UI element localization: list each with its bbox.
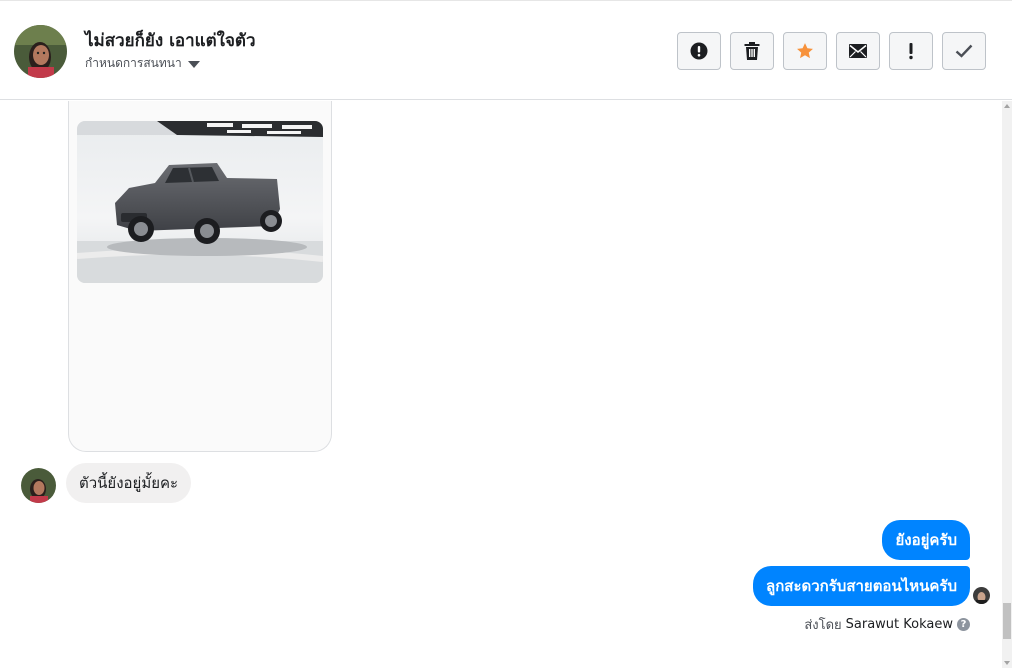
contact-avatar-small[interactable]: [21, 468, 56, 503]
star-icon: [797, 43, 813, 59]
report-button[interactable]: [677, 32, 721, 70]
conversation-settings-label: กำหนดการสนทนา: [85, 56, 182, 70]
incoming-message[interactable]: ตัวนี้ยังอยู่มั้ยคะ: [66, 463, 192, 503]
scroll-up-arrow-icon[interactable]: [1004, 104, 1010, 108]
sent-by-label: ส่งโดย: [804, 618, 842, 633]
mark-spam-button[interactable]: [889, 32, 933, 70]
conversation-header: ไม่สวยก็ยัง เอาแต่ใจตัว กำหนดการสนทนา: [0, 0, 1012, 100]
scroll-down-arrow-icon[interactable]: [1004, 661, 1010, 665]
caret-down-icon: [187, 60, 200, 68]
scroll-thumb[interactable]: [1003, 603, 1011, 639]
seen-indicator-avatar: [973, 587, 990, 604]
mark-done-button[interactable]: [942, 32, 986, 70]
mark-unread-button[interactable]: [836, 32, 880, 70]
sent-by-footer: ส่งโดย Sarawut Kokaew ?: [804, 614, 970, 635]
exclamation-icon: [909, 43, 913, 60]
alert-circle-icon: [690, 42, 708, 60]
conversation-title[interactable]: ไม่สวยก็ยัง เอาแต่ใจตัว: [85, 27, 256, 54]
trash-icon: [744, 42, 760, 60]
outgoing-message[interactable]: ลูกสะดวกรับสายตอนไหนครับ: [753, 566, 970, 606]
envelope-icon: [849, 44, 867, 58]
checkmark-icon: [955, 44, 973, 58]
message-thread[interactable]: ตัวนี้ยังอยู่มั้ยคะ ยังอยู่ครับ ลูกสะดวก…: [0, 101, 1002, 668]
car-photo[interactable]: [77, 121, 323, 283]
vertical-scrollbar[interactable]: [1002, 101, 1012, 668]
conversation-settings-dropdown[interactable]: กำหนดการสนทนา: [85, 54, 200, 73]
delete-button[interactable]: [730, 32, 774, 70]
sender-name[interactable]: Sarawut Kokaew: [846, 617, 953, 632]
contact-avatar[interactable]: [14, 25, 67, 78]
help-icon[interactable]: ?: [957, 618, 970, 631]
star-button[interactable]: [783, 32, 827, 70]
outgoing-message[interactable]: ยังอยู่ครับ: [882, 520, 970, 560]
conversation-toolbar: [677, 32, 986, 70]
